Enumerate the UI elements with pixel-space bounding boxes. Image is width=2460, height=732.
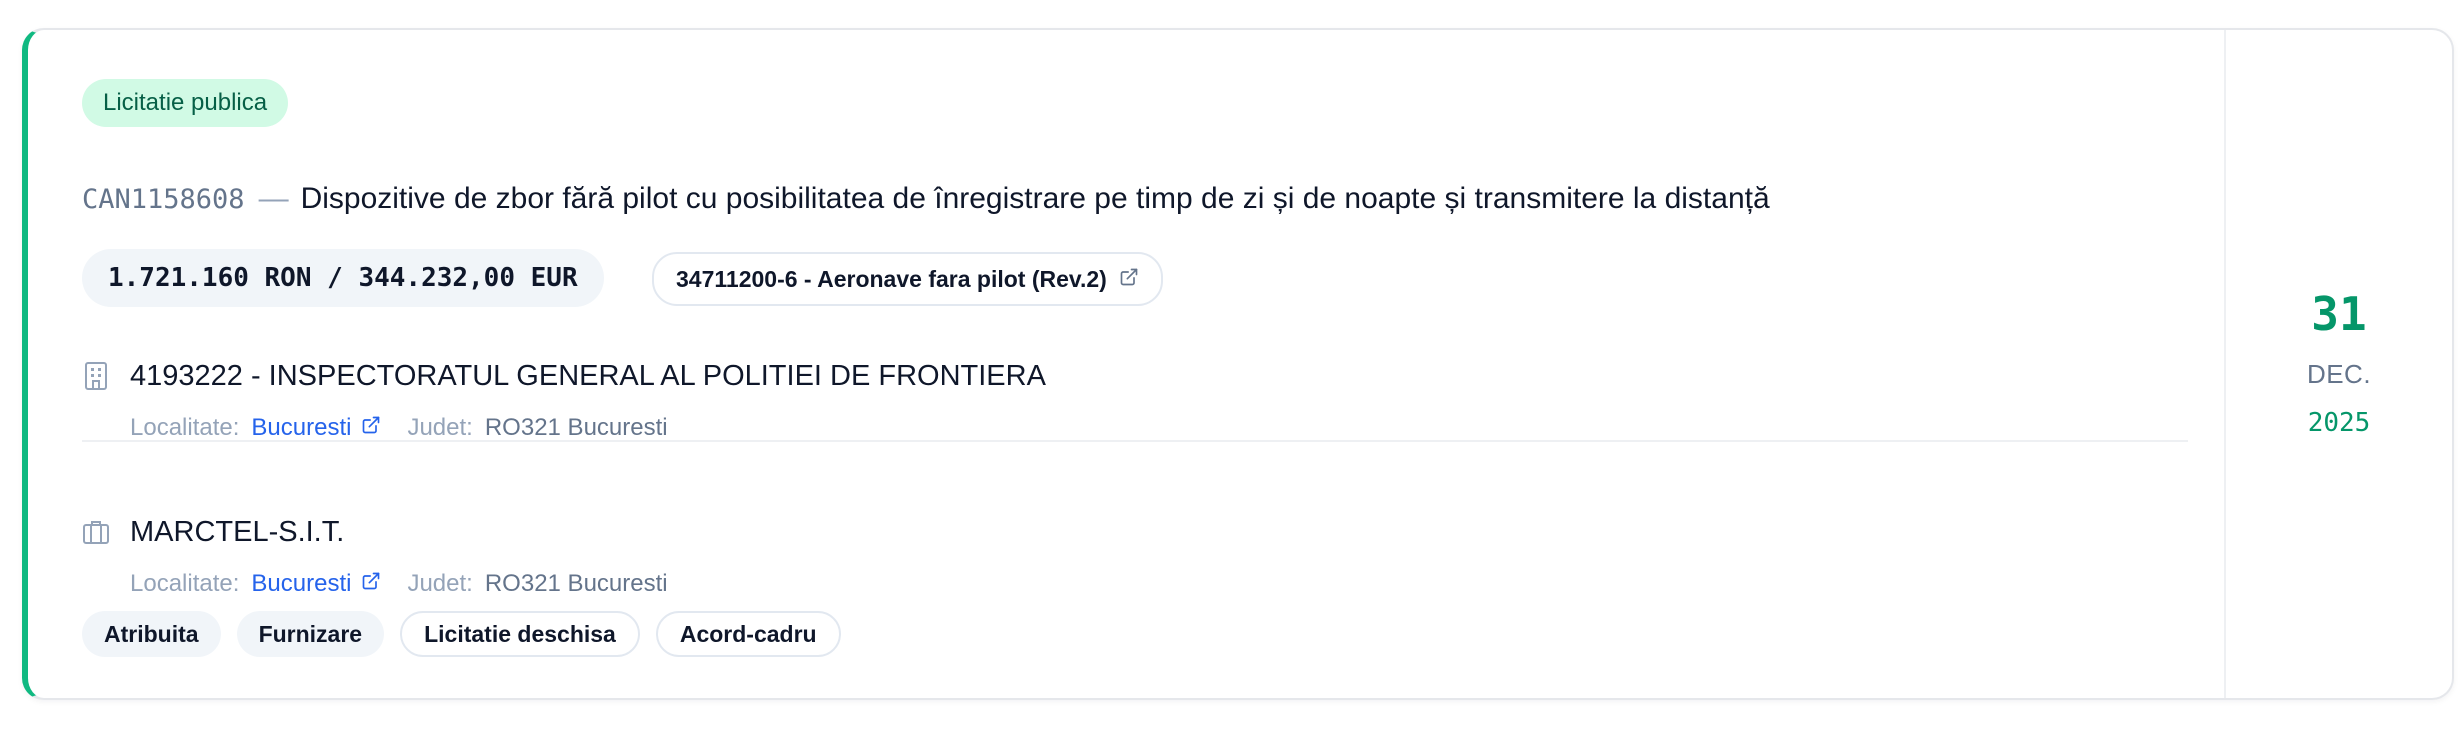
county-label: Judet:	[407, 414, 473, 441]
briefcase-icon	[82, 516, 110, 548]
external-link-icon[interactable]	[361, 414, 381, 442]
locality-link[interactable]: Bucuresti	[251, 570, 351, 598]
divider	[82, 440, 2188, 442]
county-label: Judet:	[407, 570, 473, 597]
county-value: RO321 Bucuresti	[484, 570, 668, 597]
title-row: CAN1158608 — Dispozitive de zbor fără pi…	[82, 182, 1770, 216]
county-value: RO321 Bucuresti	[484, 414, 668, 441]
notice-code: CAN1158608	[82, 184, 245, 215]
cpv-label: 34711200-6 - Aeronave fara pilot (Rev.2)	[676, 265, 1107, 292]
supplier: MARCTEL-S.I.T. Localitate: Bucuresti Jud…	[82, 512, 2182, 598]
locality-link[interactable]: Bucuresti	[251, 414, 351, 442]
supplier-meta: Localitate: Bucuresti Judet: RO321 Bucur…	[130, 570, 2182, 598]
date-day: 31	[2311, 286, 2367, 341]
tender-card[interactable]: Licitatie publica CAN1158608 — Dispoziti…	[22, 28, 2454, 700]
locality-label: Localitate:	[130, 570, 240, 597]
date-panel: 31 DEC. 2025	[2224, 30, 2452, 698]
external-link-icon[interactable]	[361, 570, 381, 598]
tag-status[interactable]: Atribuita	[82, 611, 221, 657]
tag-list: Atribuita Furnizare Licitatie deschisa A…	[82, 611, 841, 657]
date-year: 2025	[2307, 407, 2371, 438]
tag-procedure[interactable]: Licitatie deschisa	[400, 611, 640, 657]
tender-title[interactable]: Dispozitive de zbor fără pilot cu posibi…	[301, 182, 1770, 216]
tag-contract-type[interactable]: Furnizare	[236, 611, 385, 657]
locality-label: Localitate:	[130, 414, 240, 441]
supplier-name[interactable]: MARCTEL-S.I.T.	[130, 516, 344, 549]
contract-value: 1.721.160 RON / 344.232,00 EUR	[82, 249, 604, 307]
building-icon	[82, 360, 110, 392]
date-month: DEC.	[2306, 358, 2372, 389]
procedure-type-badge: Licitatie publica	[82, 79, 289, 127]
card-main: Licitatie publica CAN1158608 — Dispoziti…	[28, 30, 2230, 698]
title-separator: —	[258, 182, 289, 215]
tag-framework[interactable]: Acord-cadru	[655, 611, 841, 657]
contracting-authority: 4193222 - INSPECTORATUL GENERAL AL POLIT…	[82, 356, 2182, 442]
cpv-link[interactable]: 34711200-6 - Aeronave fara pilot (Rev.2)	[652, 252, 1163, 306]
authority-name[interactable]: 4193222 - INSPECTORATUL GENERAL AL POLIT…	[130, 360, 1046, 393]
external-link-icon	[1119, 266, 1139, 293]
authority-meta: Localitate: Bucuresti Judet: RO321 Bucur…	[130, 414, 2182, 442]
